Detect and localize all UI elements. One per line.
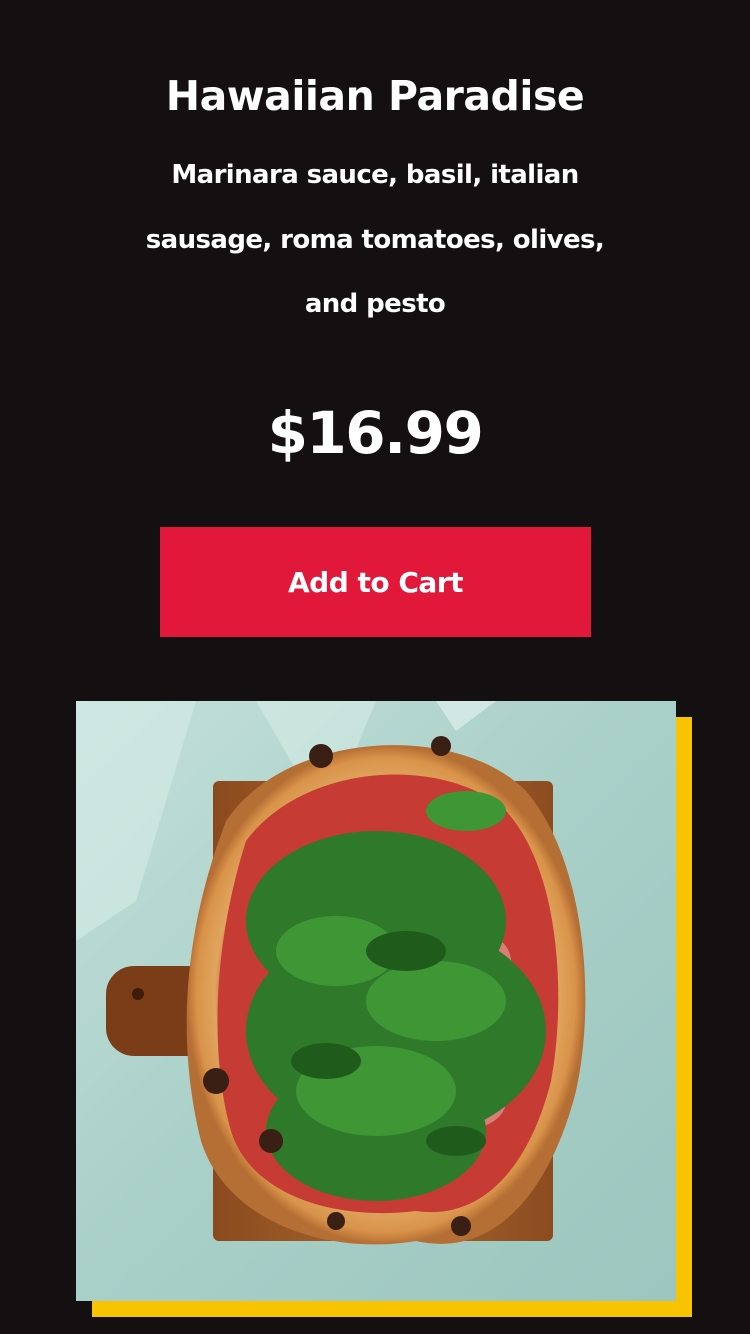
product-page: Hawaiian Paradise Marinara sauce, basil,…: [0, 0, 750, 1334]
product-image: [76, 701, 676, 1301]
add-to-cart-button[interactable]: Add to Cart: [160, 527, 591, 637]
product-description: Marinara sauce, basil, italian sausage, …: [145, 160, 605, 319]
product-price: $16.99: [267, 399, 484, 467]
product-title: Hawaiian Paradise: [165, 72, 585, 120]
